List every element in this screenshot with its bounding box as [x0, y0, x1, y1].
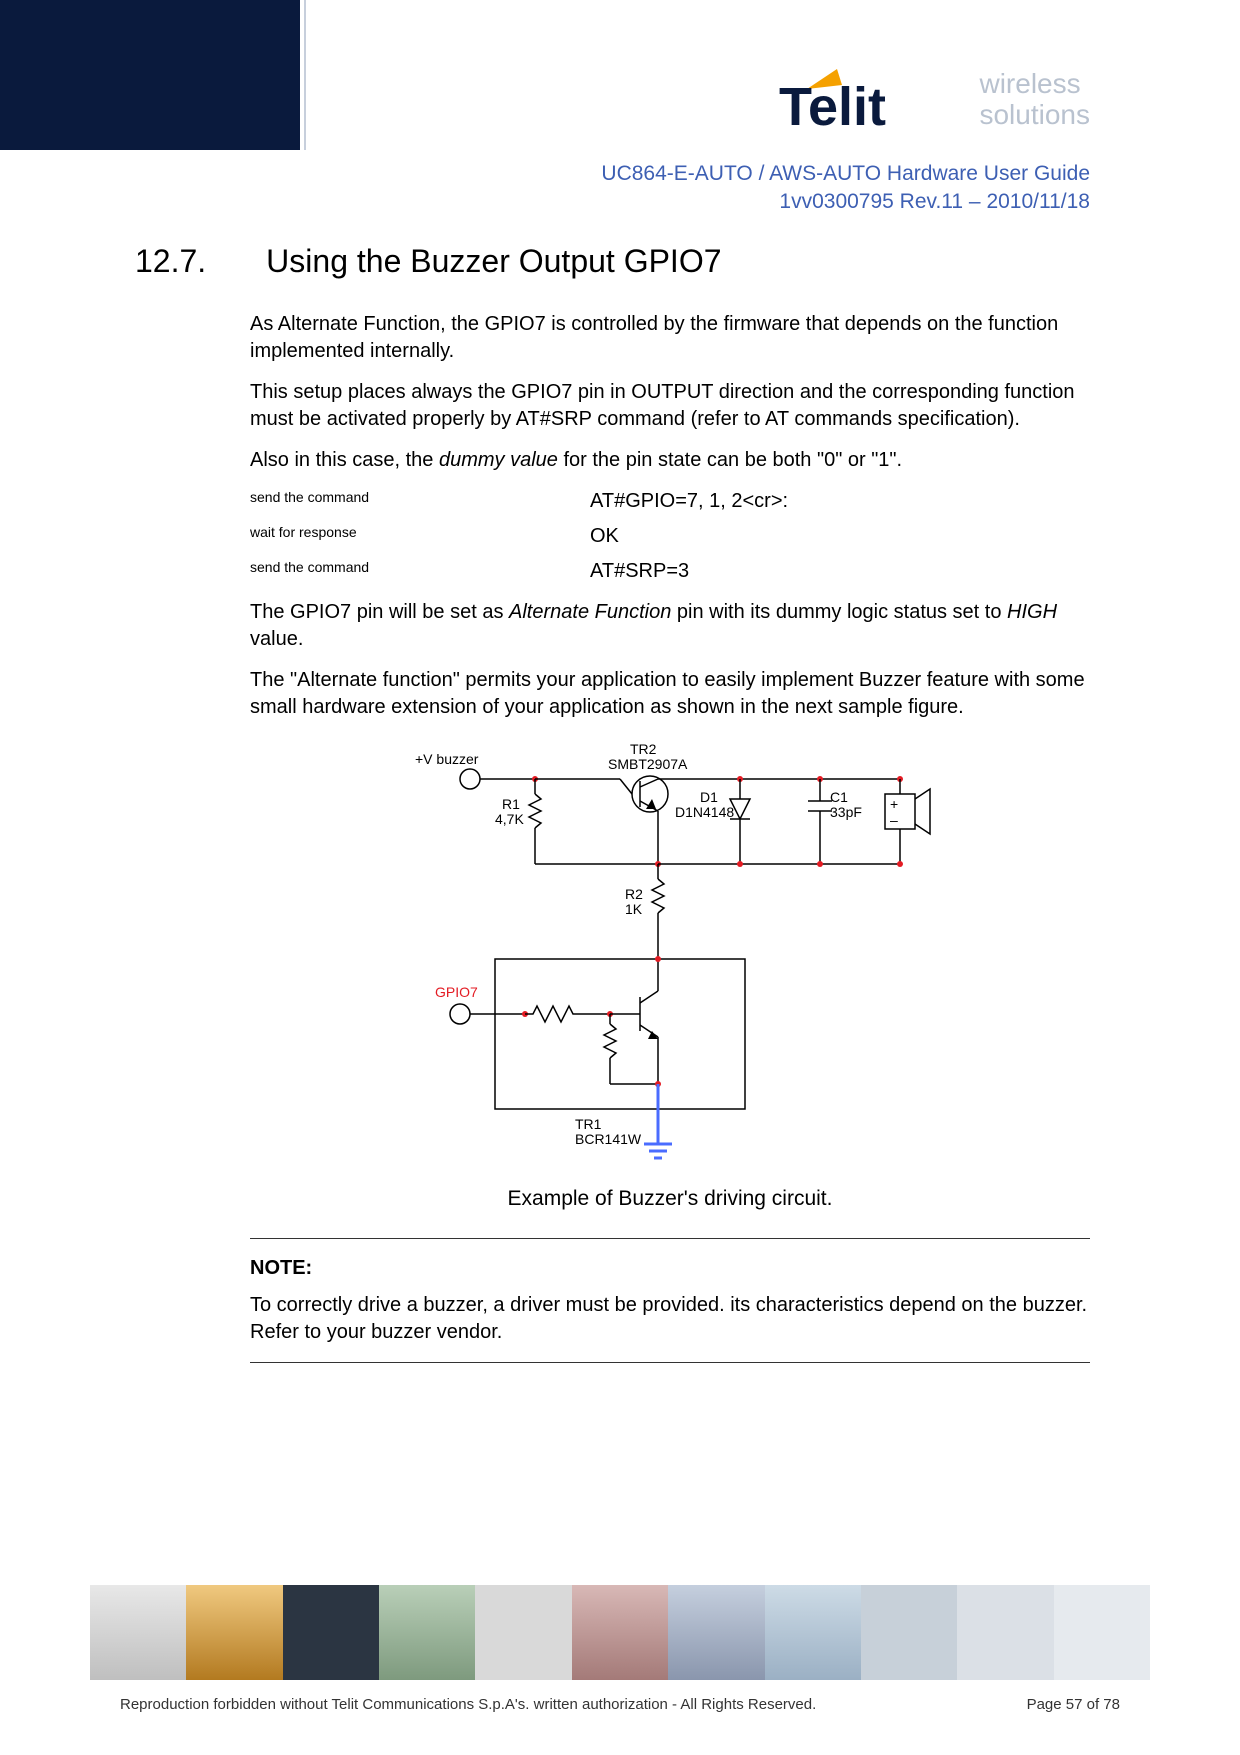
- para-4: The GPIO7 pin will be set as Alternate F…: [250, 599, 1090, 653]
- buzzer-plus: +: [890, 796, 898, 812]
- figure-caption: Example of Buzzer's driving circuit.: [250, 1185, 1090, 1213]
- gpio7-label: GPIO7: [435, 984, 478, 1000]
- footer-thumb: [572, 1585, 668, 1680]
- p4e: value.: [250, 628, 303, 650]
- tagline-line2: solutions: [979, 100, 1090, 131]
- section-heading: 12.7. Using the Buzzer Output GPIO7: [135, 240, 1090, 283]
- r1-val: 4,7K: [495, 811, 524, 827]
- r2-val: 1K: [625, 901, 643, 917]
- footer-page: Page 57 of 78: [1027, 1695, 1120, 1715]
- footer-image-strip: [90, 1585, 1150, 1680]
- section-number: 12.7.: [135, 240, 206, 283]
- p3a: Also in this case, the: [250, 449, 439, 471]
- note-heading: NOTE:: [250, 1255, 1090, 1282]
- header-dark-block: [0, 0, 300, 150]
- logo-area: Telit wireless solutions: [779, 55, 1090, 145]
- tagline: wireless solutions: [979, 69, 1090, 131]
- footer-thumb: [957, 1585, 1053, 1680]
- footer-copyright: Reproduction forbidden without Telit Com…: [120, 1695, 816, 1715]
- footer-thumb: [283, 1585, 379, 1680]
- p4b: Alternate Function: [509, 601, 671, 623]
- content-area: 12.7. Using the Buzzer Output GPIO7 As A…: [135, 240, 1090, 1363]
- r1-label: R1: [502, 796, 520, 812]
- para-1: As Alternate Function, the GPIO7 is cont…: [250, 311, 1090, 365]
- tr1-part: BCR141W: [575, 1131, 642, 1147]
- cmd-row-2: wait for response OK: [250, 523, 1090, 550]
- cmd2-value: OK: [590, 523, 619, 550]
- cmd3-value: AT#SRP=3: [590, 558, 689, 585]
- section-title: Using the Buzzer Output GPIO7: [266, 240, 721, 283]
- footer-thumb: [668, 1585, 764, 1680]
- buzzer-minus: –: [890, 812, 898, 828]
- vbuzzer-label: +V buzzer: [415, 751, 479, 767]
- body-text: As Alternate Function, the GPIO7 is cont…: [250, 311, 1090, 1362]
- c1-label: C1: [830, 789, 848, 805]
- tagline-line1: wireless: [979, 69, 1090, 100]
- cmd3-label: send the command: [250, 558, 590, 585]
- cmd-row-3: send the command AT#SRP=3: [250, 558, 1090, 585]
- p4a: The GPIO7 pin will be set as: [250, 601, 509, 623]
- cmd1-value: AT#GPIO=7, 1, 2<cr>:: [590, 488, 788, 515]
- circuit-figure: .w{stroke:#000;stroke-width:1.5;fill:non…: [400, 739, 940, 1169]
- logo-text: Telit: [779, 77, 886, 137]
- tr1-label: TR1: [575, 1116, 602, 1132]
- footer-thumb: [475, 1585, 571, 1680]
- doc-revision: 1vv0300795 Rev.11 – 2010/11/18: [601, 188, 1090, 216]
- p3b: dummy value: [439, 449, 558, 471]
- footer-thumb: [861, 1585, 957, 1680]
- c1-val: 33pF: [830, 804, 862, 820]
- tr2-part: SMBT2907A: [608, 756, 688, 772]
- para-3: Also in this case, the dummy value for t…: [250, 447, 1090, 474]
- telit-logo: Telit: [779, 55, 959, 145]
- r2-label: R2: [625, 886, 643, 902]
- footer-thumb: [1054, 1585, 1150, 1680]
- doc-title: UC864-E-AUTO / AWS-AUTO Hardware User Gu…: [601, 160, 1090, 188]
- para-5: The "Alternate function" permits your ap…: [250, 667, 1090, 721]
- d1-part: D1N4148: [675, 804, 734, 820]
- p3c: for the pin state can be both "0" or "1"…: [558, 449, 902, 471]
- doc-meta: UC864-E-AUTO / AWS-AUTO Hardware User Gu…: [601, 160, 1090, 217]
- tr2-label: TR2: [630, 741, 657, 757]
- footer-thumb: [765, 1585, 861, 1680]
- footer-thumb: [186, 1585, 282, 1680]
- cmd2-label: wait for response: [250, 523, 590, 550]
- para-2: This setup places always the GPIO7 pin i…: [250, 379, 1090, 433]
- footer-thumb: [379, 1585, 475, 1680]
- note-block: NOTE: To correctly drive a buzzer, a dri…: [250, 1238, 1090, 1363]
- d1-label: D1: [700, 789, 718, 805]
- cmd1-label: send the command: [250, 488, 590, 515]
- p4d: HIGH: [1007, 601, 1057, 623]
- header-vertical-rule: [304, 0, 306, 150]
- footer-thumb: [90, 1585, 186, 1680]
- footer-line: Reproduction forbidden without Telit Com…: [120, 1695, 1120, 1715]
- note-body: To correctly drive a buzzer, a driver mu…: [250, 1292, 1090, 1346]
- cmd-row-1: send the command AT#GPIO=7, 1, 2<cr>:: [250, 488, 1090, 515]
- p4c: pin with its dummy logic status set to: [671, 601, 1007, 623]
